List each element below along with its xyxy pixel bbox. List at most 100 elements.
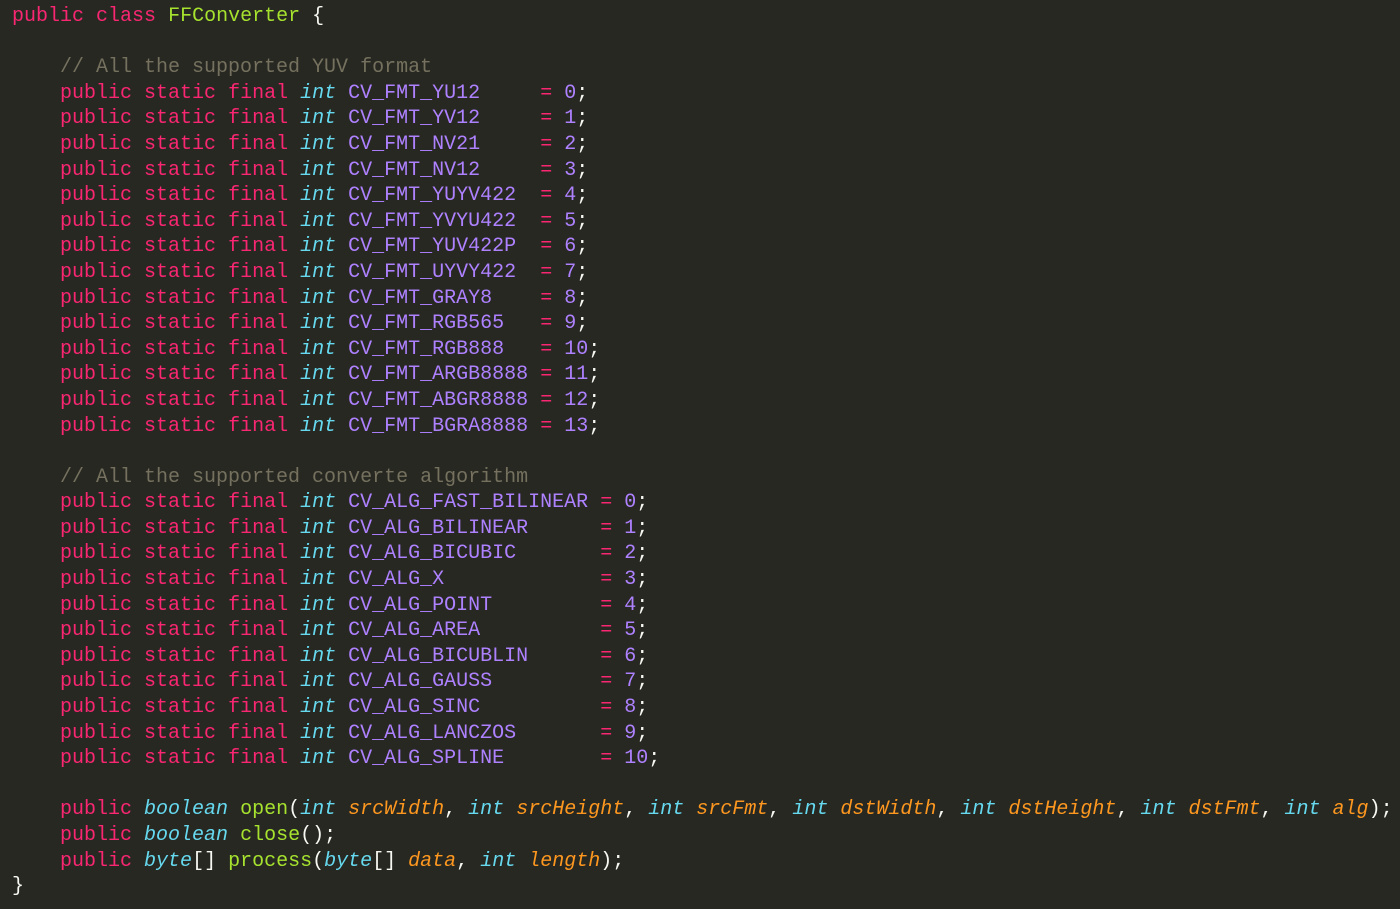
- constant-name: CV_FMT_NV12: [348, 158, 481, 182]
- alignment-space: [444, 568, 600, 591]
- param-name: alg: [1332, 798, 1369, 822]
- semicolon: ;: [636, 644, 649, 668]
- parens: ();: [300, 824, 337, 847]
- final-keyword: final: [228, 209, 289, 233]
- static-keyword: static: [144, 81, 217, 105]
- final-keyword: final: [228, 414, 289, 438]
- public-keyword: public: [60, 337, 133, 361]
- public-keyword: public: [60, 260, 133, 284]
- constant-name: CV_FMT_GRAY8: [348, 286, 493, 310]
- final-keyword: final: [228, 593, 289, 617]
- constant-value: 13: [564, 414, 589, 438]
- param-type: byte: [324, 849, 373, 873]
- boolean-type: boolean: [144, 798, 229, 822]
- alignment-space: [528, 389, 540, 412]
- array-brackets: []: [372, 849, 397, 873]
- constant-name: CV_FMT_ARGB8888: [348, 363, 529, 387]
- constant-name: CV_FMT_RGB888: [348, 337, 505, 361]
- int-type: int: [300, 388, 337, 412]
- assign-operator: =: [600, 593, 613, 617]
- public-keyword: public: [60, 184, 133, 208]
- static-keyword: static: [144, 132, 217, 156]
- final-keyword: final: [228, 312, 289, 336]
- semicolon: ;: [576, 312, 589, 336]
- int-type: int: [300, 721, 337, 745]
- public-keyword: public: [60, 721, 133, 745]
- final-keyword: final: [228, 286, 289, 310]
- method-name: process: [228, 849, 313, 873]
- int-type: int: [300, 414, 337, 438]
- semicolon: ;: [636, 516, 649, 540]
- public-keyword: public: [60, 593, 133, 617]
- assign-operator: =: [540, 81, 553, 105]
- alignment-space: [504, 312, 540, 335]
- constant-value: 0: [564, 81, 577, 105]
- constant-line: public static final int CV_ALG_SINC = 8;: [12, 695, 1400, 721]
- code-view[interactable]: public class FFConverter { // All the su…: [12, 4, 1400, 900]
- int-type: int: [300, 209, 337, 233]
- alignment-space: [516, 184, 540, 207]
- param-type: int: [1284, 798, 1321, 822]
- constant-name: CV_ALG_AREA: [348, 619, 481, 643]
- constant-name: CV_ALG_BILINEAR: [348, 516, 529, 540]
- int-type: int: [300, 593, 337, 617]
- constant-line: public static final int CV_FMT_YV12 = 1;: [12, 106, 1400, 132]
- class-keyword: class: [96, 5, 157, 28]
- param-name: data: [408, 849, 457, 873]
- static-keyword: static: [144, 337, 217, 361]
- static-keyword: static: [144, 209, 217, 233]
- constant-line: public static final int CV_FMT_ABGR8888 …: [12, 388, 1400, 414]
- public-keyword: public: [60, 132, 133, 156]
- comment-text: // All the supported converte algorithm: [60, 465, 529, 489]
- final-keyword: final: [228, 388, 289, 412]
- constant-name: CV_ALG_X: [348, 568, 445, 592]
- final-keyword: final: [228, 644, 289, 668]
- final-keyword: final: [228, 132, 289, 156]
- final-keyword: final: [228, 260, 289, 284]
- semicolon: ;: [636, 670, 649, 694]
- constant-name: CV_FMT_ABGR8888: [348, 388, 529, 412]
- semicolon: ;: [576, 184, 589, 208]
- param-name: srcWidth: [348, 798, 445, 822]
- alignment-space: [528, 415, 540, 438]
- param-type: int: [960, 798, 997, 822]
- static-keyword: static: [144, 107, 217, 131]
- public-keyword: public: [60, 696, 133, 720]
- public-keyword: public: [60, 388, 133, 412]
- int-type: int: [300, 747, 337, 771]
- final-keyword: final: [228, 619, 289, 643]
- semicolon: ;: [588, 363, 601, 387]
- assign-operator: =: [540, 414, 553, 438]
- static-keyword: static: [144, 619, 217, 643]
- assign-operator: =: [540, 209, 553, 233]
- constant-name: CV_FMT_YUV422P: [348, 235, 517, 259]
- alignment-space: [516, 261, 540, 284]
- alignment-space: [528, 363, 540, 386]
- alignment-space: [528, 645, 600, 668]
- constant-line: public static final int CV_FMT_YUYV422 =…: [12, 183, 1400, 209]
- semicolon: ;: [588, 388, 601, 412]
- code-editor[interactable]: public class FFConverter { // All the su…: [0, 0, 1400, 909]
- static-keyword: static: [144, 286, 217, 310]
- int-type: int: [300, 542, 337, 566]
- public-keyword: public: [60, 542, 133, 566]
- alignment-space: [492, 287, 540, 310]
- semicolon: ;: [576, 132, 589, 156]
- public-keyword: public: [60, 747, 133, 771]
- modifier-keyword: public: [12, 5, 85, 28]
- semicolon: ;: [576, 286, 589, 310]
- constant-line: public static final int CV_ALG_X = 3;: [12, 567, 1400, 593]
- constant-value: 9: [624, 721, 637, 745]
- int-type: int: [300, 568, 337, 592]
- static-keyword: static: [144, 696, 217, 720]
- alignment-space: [516, 722, 600, 745]
- param-name: dstWidth: [840, 798, 937, 822]
- constant-value: 9: [564, 312, 577, 336]
- comma: ,: [936, 798, 961, 822]
- alignment-space: [480, 82, 540, 105]
- public-keyword: public: [60, 824, 133, 847]
- assign-operator: =: [540, 337, 553, 361]
- final-keyword: final: [228, 568, 289, 592]
- public-keyword: public: [60, 849, 133, 873]
- static-keyword: static: [144, 260, 217, 284]
